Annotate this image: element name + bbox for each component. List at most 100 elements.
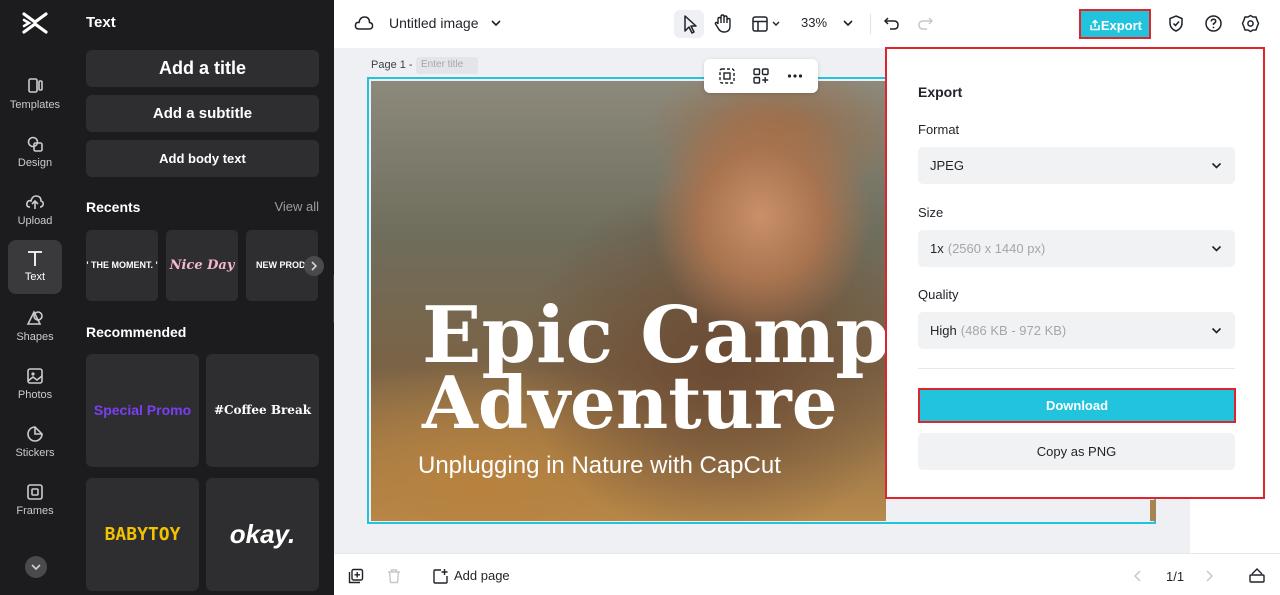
rail-item-stickers[interactable]: Stickers	[0, 418, 70, 472]
text-icon	[28, 251, 42, 266]
panel-title: Text	[86, 14, 116, 31]
recents-next-button[interactable]	[304, 256, 324, 276]
quality-select[interactable]: High (486 KB - 972 KB)	[918, 312, 1235, 349]
recommended-heading: Recommended	[86, 324, 187, 340]
export-divider	[918, 368, 1235, 369]
stickers-icon	[27, 426, 43, 442]
rail-item-photos[interactable]: Photos	[0, 360, 70, 414]
zoom-level[interactable]: 33%	[801, 15, 827, 30]
smart-tools-icon[interactable]	[752, 67, 770, 85]
rail-more-button[interactable]	[25, 556, 47, 578]
document-title[interactable]: Untitled image	[389, 15, 479, 31]
chevron-left-icon[interactable]	[1132, 569, 1144, 583]
crop-select-icon[interactable]	[718, 67, 736, 85]
canvas-subheadline[interactable]: Unplugging in Nature with CapCut	[418, 452, 781, 480]
chevron-down-icon[interactable]	[490, 18, 502, 28]
export-button[interactable]: Export	[1079, 9, 1151, 39]
cloud-save-icon[interactable]	[354, 14, 374, 32]
chevron-right-icon[interactable]	[1203, 569, 1215, 583]
floating-toolbar	[704, 59, 818, 93]
add-subtitle-button[interactable]: Add a subtitle	[86, 95, 319, 132]
rail-item-templates[interactable]: Templates	[0, 70, 70, 124]
pages-panel-icon[interactable]	[1248, 567, 1266, 584]
shapes-icon	[26, 310, 43, 325]
rail-label: Upload	[17, 215, 53, 227]
help-icon[interactable]	[1204, 14, 1223, 33]
recommended-text-style[interactable]: #Coffee Break	[206, 354, 319, 467]
format-value: JPEG	[930, 158, 964, 173]
download-button[interactable]: Download	[918, 388, 1236, 423]
recent-text-style[interactable]: ' THE MOMENT. '	[86, 230, 158, 301]
rail-label: Text	[24, 271, 46, 283]
copy-as-png-button[interactable]: Copy as PNG	[918, 433, 1235, 470]
chevron-down-icon	[31, 564, 41, 571]
duplicate-page-icon[interactable]	[348, 568, 364, 584]
rail-item-text[interactable]: Text	[8, 240, 62, 294]
hand-icon	[714, 14, 731, 33]
rail-label: Stickers	[15, 447, 55, 459]
rail-item-shapes[interactable]: Shapes	[0, 302, 70, 356]
add-body-text-button[interactable]: Add body text	[86, 140, 319, 177]
recommended-text-style[interactable]: okay.	[206, 478, 319, 591]
top-bar: Untitled image 33% Export	[334, 0, 1280, 48]
recommended-text-style[interactable]: BABYTOY	[86, 478, 199, 591]
format-label: Format	[918, 122, 960, 137]
page-counter: 1/1	[1166, 569, 1185, 584]
photos-icon	[27, 368, 43, 384]
recent-text-style[interactable]: Nice Day	[166, 230, 238, 301]
redo-icon[interactable]	[916, 14, 934, 32]
add-page-button[interactable]: Add page	[454, 568, 510, 583]
frames-icon	[27, 484, 43, 500]
size-hint: (2560 x 1440 px)	[947, 241, 1046, 256]
view-all-link[interactable]: View all	[274, 199, 319, 214]
share-icon	[1090, 19, 1100, 31]
canvas-photo-edge	[1150, 500, 1156, 521]
select-tool-button[interactable]	[674, 10, 704, 38]
chevron-down-icon	[1211, 162, 1222, 169]
toolbar-divider	[870, 14, 871, 34]
undo-icon[interactable]	[883, 14, 901, 32]
trash-icon[interactable]	[386, 568, 402, 584]
more-options-icon[interactable]	[786, 67, 804, 85]
rail-item-frames[interactable]: Frames	[0, 476, 70, 530]
quality-label: Quality	[918, 287, 959, 302]
shield-icon[interactable]	[1167, 14, 1185, 33]
page-label: Page 1 -	[371, 59, 413, 71]
rail-item-upload[interactable]: Upload	[0, 186, 70, 240]
size-label: Size	[918, 205, 944, 220]
page-title-input[interactable]: Enter title	[416, 57, 478, 74]
add-page-icon[interactable]	[432, 568, 449, 585]
recommended-text-style[interactable]: Special Promo	[86, 354, 199, 467]
bottom-bar: Add page 1/1	[334, 553, 1280, 595]
left-rail: Templates Design Upload Text Shapes Phot…	[0, 0, 70, 595]
upload-icon	[26, 195, 45, 209]
quality-hint: (486 KB - 972 KB)	[960, 323, 1067, 338]
layout-icon	[752, 16, 780, 32]
format-select[interactable]: JPEG	[918, 147, 1235, 184]
export-panel-title: Export	[918, 84, 963, 100]
design-icon	[27, 136, 43, 152]
rail-item-design[interactable]: Design	[0, 128, 70, 182]
text-panel: Text Add a title Add a subtitle Add body…	[70, 0, 334, 595]
size-select[interactable]: 1x (2560 x 1440 px)	[918, 230, 1235, 267]
rail-label: Shapes	[16, 331, 54, 343]
cursor-icon	[684, 15, 697, 34]
templates-icon	[28, 78, 43, 93]
size-value: 1x	[930, 241, 944, 256]
recents-heading: Recents	[86, 199, 141, 215]
chevron-down-icon[interactable]	[842, 18, 854, 28]
chevron-right-icon	[311, 261, 318, 271]
chevron-down-icon	[1211, 245, 1222, 252]
canvas-headline-line2[interactable]: Adventure	[422, 360, 838, 445]
gear-icon[interactable]	[1241, 14, 1260, 33]
add-title-button[interactable]: Add a title	[86, 50, 319, 87]
layout-tool-button[interactable]	[746, 10, 786, 38]
chevron-down-icon	[1211, 327, 1222, 334]
rail-label: Templates	[9, 99, 61, 111]
capcut-logo-icon[interactable]	[21, 10, 49, 36]
quality-value: High	[930, 323, 957, 338]
rail-label: Frames	[16, 505, 54, 517]
export-button-label: Export	[1100, 18, 1142, 33]
hand-tool-button[interactable]	[708, 10, 738, 38]
export-panel: Export Format JPEG Size 1x (2560 x 1440 p…	[885, 47, 1265, 499]
